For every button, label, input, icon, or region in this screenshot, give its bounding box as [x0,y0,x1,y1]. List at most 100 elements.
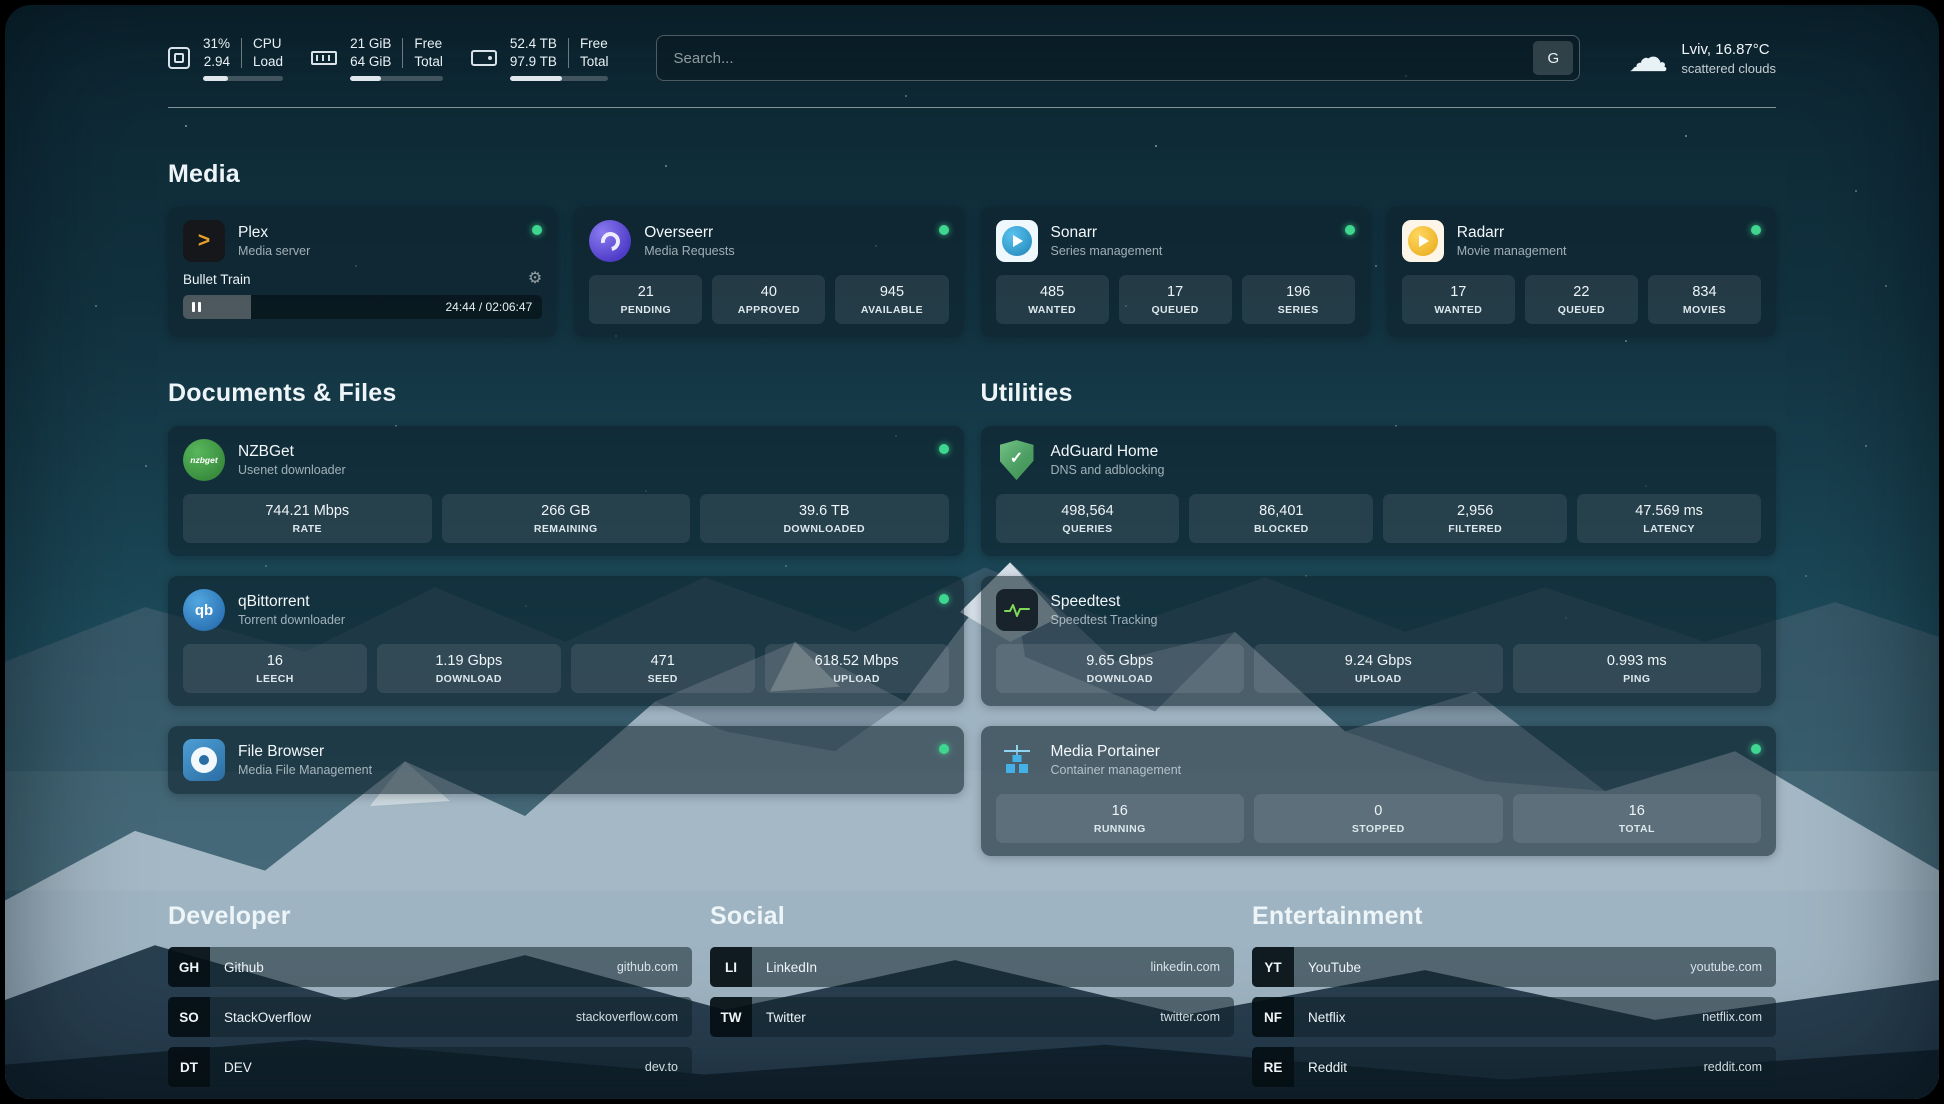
divider [402,38,403,68]
ram-usage-bar-fill [350,76,381,81]
section-title-entertainment: Entertainment [1252,902,1776,931]
ram-usage-bar [350,76,443,81]
card-overseerr[interactable]: Overseerr Media Requests 21 PENDING 40 A… [574,207,963,337]
app-subtitle: Usenet downloader [238,463,926,477]
bookmark-url: github.com [617,960,678,974]
stat-rate: 744.21 Mbps RATE [183,494,432,543]
card-filebrowser[interactable]: File Browser Media File Management [168,726,964,794]
search-input[interactable] [673,50,1533,67]
app-name: Overseerr [644,224,925,242]
bookmark-stackoverflow[interactable]: SO StackOverflow stackoverflow.com [168,997,692,1037]
ram-widget: 21 GiB 64 GiB Free Total [311,35,443,81]
card-plex[interactable]: > Plex Media server Bullet Train ⚙ [168,207,557,337]
card-portainer[interactable]: Media Portainer Container management 16 … [981,726,1777,856]
stat-remaining: 266 GB REMAINING [442,494,691,543]
card-qbittorrent[interactable]: qb qBittorrent Torrent downloader 16 LEE… [168,576,964,706]
bookmark-abbr: TW [710,997,752,1037]
bookmark-dev[interactable]: DT DEV dev.to [168,1047,692,1087]
app-name: qBittorrent [238,593,926,611]
search-engine-button[interactable]: G [1533,41,1573,75]
bookmark-abbr: SO [168,997,210,1037]
cloud-icon: ☁ [1628,38,1668,78]
stat-series: 196 SERIES [1242,275,1355,324]
bookmark-github[interactable]: GH Github github.com [168,947,692,987]
cpu-percent-value: 31% [203,35,230,53]
app-subtitle: Container management [1051,763,1739,777]
plex-icon: > [183,220,225,262]
portainer-icon [996,739,1038,781]
ram-icon [311,51,337,65]
app-name: Sonarr [1051,224,1332,242]
card-speedtest[interactable]: Speedtest Speedtest Tracking 9.65 Gbps D… [981,576,1777,706]
card-adguard[interactable]: ✓ AdGuard Home DNS and adblocking 498,56… [981,426,1777,556]
bookmark-group-social: Social LI LinkedIn linkedin.com TW Twitt… [710,902,1234,1097]
app-subtitle: Movie management [1457,244,1738,258]
bookmark-netflix[interactable]: NF Netflix netflix.com [1252,997,1776,1037]
bookmark-name: StackOverflow [224,1010,311,1025]
playback-progress-bar[interactable]: 24:44 / 02:06:47 [183,295,542,319]
adguard-icon: ✓ [996,439,1038,481]
bookmark-url: netflix.com [1702,1010,1762,1024]
stat-downloaded: 39.6 TB DOWNLOADED [700,494,949,543]
divider [241,38,242,68]
disk-total-value: 97.9 TB [510,53,557,71]
cpu-usage-bar-fill [203,76,228,81]
stat-wanted: 17 WANTED [1402,275,1515,324]
status-online-dot [939,225,949,235]
bookmark-name: Github [224,960,264,975]
section-media: Media > Plex Media server Bullet Train [168,160,1776,337]
card-radarr[interactable]: Radarr Movie management 17 WANTED 22 QUE… [1387,207,1776,337]
now-playing: Bullet Train ⚙ 24:44 / 02:06:47 [183,271,542,319]
gear-icon[interactable]: ⚙ [528,271,542,287]
ram-label-bottom: Total [414,53,443,71]
stat-wanted: 485 WANTED [996,275,1109,324]
stat-upload: 9.24 Gbps UPLOAD [1254,644,1503,693]
bookmark-group-developer: Developer GH Github github.com SO StackO… [168,902,692,1097]
weather-condition: scattered clouds [1681,61,1776,76]
bookmark-youtube[interactable]: YT YouTube youtube.com [1252,947,1776,987]
card-nzbget[interactable]: nzbget NZBGet Usenet downloader 744.21 M… [168,426,964,556]
bookmark-name: Twitter [766,1010,806,1025]
bookmark-linkedin[interactable]: LI LinkedIn linkedin.com [710,947,1234,987]
sonarr-icon [996,220,1038,262]
cpu-load-value: 2.94 [203,53,230,71]
bookmark-url: twitter.com [1160,1010,1220,1024]
card-sonarr[interactable]: Sonarr Series management 485 WANTED 17 Q… [981,207,1370,337]
bookmark-url: linkedin.com [1151,960,1220,974]
bookmark-abbr: RE [1252,1047,1294,1087]
dashboard-screen: 31% 2.94 CPU Load [5,5,1939,1099]
bookmark-url: reddit.com [1704,1060,1762,1074]
app-name: Plex [238,224,519,242]
status-online-dot [939,444,949,454]
app-subtitle: Media Requests [644,244,925,258]
bookmark-name: YouTube [1308,960,1361,975]
bookmark-twitter[interactable]: TW Twitter twitter.com [710,997,1234,1037]
status-online-dot [1751,744,1761,754]
stat-stopped: 0 STOPPED [1254,794,1503,843]
stat-total: 16 TOTAL [1513,794,1762,843]
header-divider [168,107,1776,108]
app-subtitle: Series management [1051,244,1332,258]
stat-pending: 21 PENDING [589,275,702,324]
stat-approved: 40 APPROVED [712,275,825,324]
section-documents: Documents & Files nzbget NZBGet Usenet d… [168,379,964,856]
bookmark-name: Netflix [1308,1010,1346,1025]
cpu-usage-bar [203,76,283,81]
status-online-dot [532,225,542,235]
disk-label-bottom: Total [580,53,609,71]
disk-label-top: Free [580,35,609,53]
bookmark-name: DEV [224,1060,252,1075]
speedtest-icon [996,589,1038,631]
stat-queued: 22 QUEUED [1525,275,1638,324]
status-online-dot [1751,225,1761,235]
bookmark-name: Reddit [1308,1060,1347,1075]
stat-seed: 471 SEED [571,644,755,693]
overseerr-icon [589,220,631,262]
cpu-label-bottom: Load [253,53,283,71]
search-bar[interactable]: G [656,35,1580,81]
bookmark-reddit[interactable]: RE Reddit reddit.com [1252,1047,1776,1087]
pause-icon[interactable] [192,302,201,312]
stat-leech: 16 LEECH [183,644,367,693]
cpu-label-top: CPU [253,35,283,53]
weather-location: Lviv, 16.87°C [1681,41,1776,58]
